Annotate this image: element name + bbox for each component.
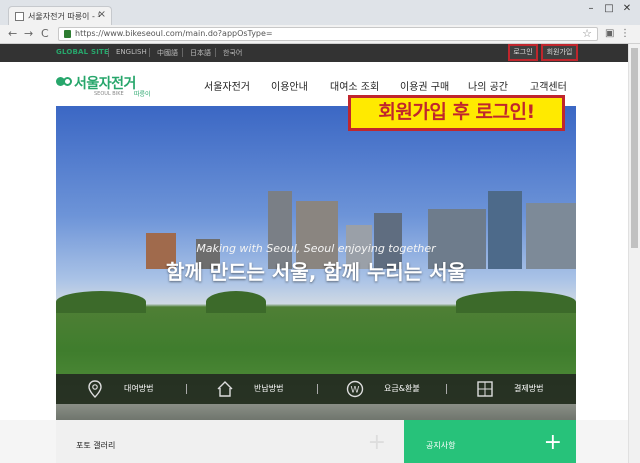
browser-tab-bar: 서울자전거 따릉이 - 무 × – □ ✕ bbox=[0, 0, 640, 25]
page-scrollbar[interactable] bbox=[628, 44, 640, 463]
url-text: https://www.bikeseoul.com/main.do?appOsT… bbox=[75, 29, 273, 38]
quick-label: 대여방법 bbox=[124, 384, 154, 393]
lang-english[interactable]: ENGLISH bbox=[116, 48, 147, 56]
address-bar-row: ← → C https://www.bikeseoul.com/main.do?… bbox=[0, 25, 640, 44]
tree bbox=[456, 291, 576, 314]
site-top-bar: GLOBAL SITE ENGLISH 中國語 日本語 한국어 로그인 회원가입 bbox=[0, 44, 640, 62]
divider bbox=[149, 48, 150, 57]
minimize-button[interactable]: – bbox=[582, 3, 600, 14]
logo-subtext-korean: 따릉이 bbox=[134, 91, 151, 98]
bookmark-star-icon[interactable]: ☆ bbox=[582, 27, 592, 40]
tree bbox=[56, 291, 146, 314]
extension-icon[interactable]: ▣ bbox=[605, 28, 614, 39]
nav-pass-purchase[interactable]: 이용권 구매 bbox=[400, 78, 449, 93]
tree bbox=[206, 291, 266, 314]
lang-korean[interactable]: 한국어 bbox=[223, 48, 242, 58]
quick-label: 결제방법 bbox=[514, 384, 544, 393]
divider bbox=[446, 384, 447, 394]
maximize-button[interactable]: □ bbox=[600, 3, 618, 14]
tab-title: 서울자전거 따릉이 - 무 bbox=[28, 12, 100, 21]
nav-usage-guide[interactable]: 이용안내 bbox=[271, 78, 308, 93]
menu-icon[interactable]: ⋮ bbox=[620, 28, 630, 39]
logo-text: 서울자전거 bbox=[74, 76, 136, 92]
quick-label: 요금&환불 bbox=[384, 384, 420, 393]
hero-subtitle: Making with Seoul, Seoul enjoying togeth… bbox=[196, 242, 436, 255]
lang-chinese[interactable]: 中國語 bbox=[157, 48, 178, 58]
logo-icon-ring bbox=[63, 77, 72, 86]
nav-customer-center[interactable]: 고객센터 bbox=[530, 78, 567, 93]
plus-icon[interactable]: + bbox=[368, 430, 386, 455]
quick-return-method[interactable]: 반납방법 bbox=[216, 374, 316, 404]
notice-panel[interactable]: 공지사항 + bbox=[404, 420, 576, 463]
favicon-icon bbox=[15, 12, 24, 21]
divider bbox=[215, 48, 216, 57]
annotation-callout: 회원가입 후 로그인! bbox=[348, 95, 565, 131]
hero-title: 함께 만드는 서울, 함께 누리는 서울 bbox=[165, 260, 466, 284]
quick-rental-method[interactable]: 대여방법 bbox=[86, 374, 186, 404]
won-icon: W bbox=[346, 380, 364, 398]
road-strip bbox=[56, 404, 576, 420]
divider bbox=[182, 48, 183, 57]
plus-icon[interactable]: + bbox=[544, 430, 562, 455]
lock-icon bbox=[64, 30, 71, 38]
bottom-panels: 포토 갤러리 + 공지사항 + bbox=[0, 420, 640, 463]
home-icon bbox=[216, 380, 234, 398]
lang-japanese[interactable]: 日本語 bbox=[190, 48, 211, 58]
back-icon[interactable]: ← bbox=[8, 27, 17, 40]
map-pin-icon bbox=[86, 380, 104, 398]
quick-label: 반납방법 bbox=[254, 384, 284, 393]
url-input[interactable]: https://www.bikeseoul.com/main.do?appOsT… bbox=[58, 27, 598, 41]
divider bbox=[108, 48, 109, 57]
forward-icon[interactable]: → bbox=[24, 27, 33, 40]
tab-close-icon[interactable]: × bbox=[98, 9, 106, 20]
quick-payment-method[interactable]: 결제방법 bbox=[476, 374, 576, 404]
signup-button[interactable]: 회원가입 bbox=[541, 44, 578, 61]
nav-my-space[interactable]: 나의 공간 bbox=[468, 78, 508, 93]
browser-tab[interactable]: 서울자전거 따릉이 - 무 × bbox=[8, 6, 112, 25]
svg-text:W: W bbox=[351, 386, 360, 396]
global-site-label: GLOBAL SITE bbox=[56, 48, 109, 56]
photo-gallery-label: 포토 갤러리 bbox=[76, 441, 116, 450]
nav-seoul-bike[interactable]: 서울자전거 bbox=[204, 78, 250, 93]
photo-gallery-panel[interactable]: 포토 갤러리 + bbox=[56, 420, 404, 463]
quick-menu: 대여방법 반납방법 W 요금&환불 결제방법 bbox=[56, 374, 576, 404]
login-button[interactable]: 로그인 bbox=[508, 44, 538, 61]
close-window-button[interactable]: ✕ bbox=[618, 3, 636, 14]
quick-fee-refund[interactable]: W 요금&환불 bbox=[346, 374, 446, 404]
nav-station-search[interactable]: 대여소 조회 bbox=[330, 78, 379, 93]
scrollbar-thumb[interactable] bbox=[631, 48, 638, 248]
reload-icon[interactable]: C bbox=[41, 27, 49, 40]
calculator-icon bbox=[476, 380, 494, 398]
divider bbox=[186, 384, 187, 394]
notice-label: 공지사항 bbox=[426, 441, 456, 450]
hero-banner: Making with Seoul, Seoul enjoying togeth… bbox=[56, 106, 576, 420]
divider bbox=[317, 384, 318, 394]
logo-subtext: SEOUL BIKE bbox=[94, 91, 124, 97]
